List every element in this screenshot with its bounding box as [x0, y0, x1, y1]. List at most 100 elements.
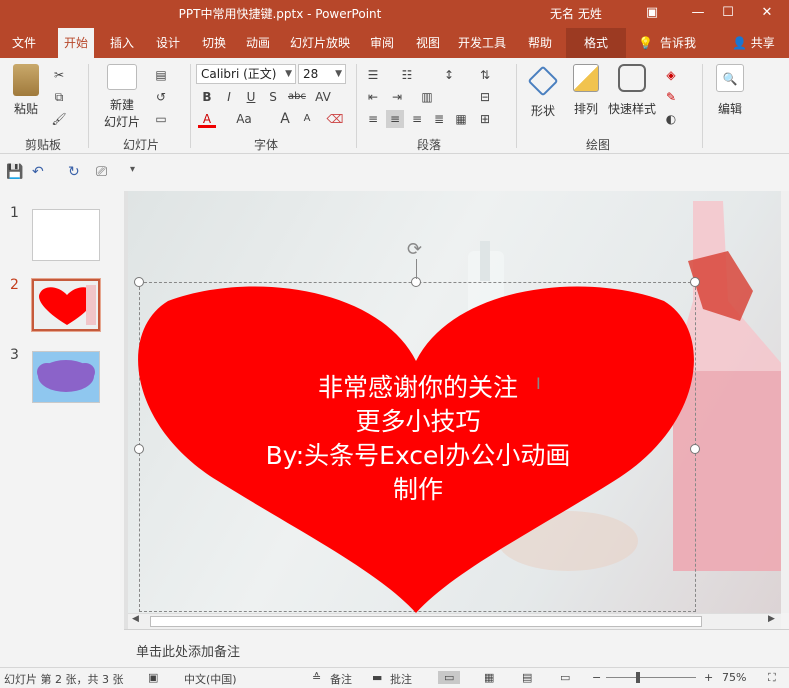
notes-pane[interactable]: 单击此处添加备注	[124, 629, 789, 667]
quick-styles-button[interactable]: 快速样式	[604, 64, 660, 117]
user-name[interactable]: 无名 无姓	[550, 5, 602, 22]
redo-icon[interactable]: ↻	[68, 164, 80, 180]
undo-icon[interactable]: ↶	[32, 164, 44, 180]
distributed-icon[interactable]: ▦	[452, 110, 470, 128]
line-spacing-icon[interactable]: ↕	[440, 66, 458, 84]
notes-toggle-icon[interactable]: ≙	[312, 671, 321, 684]
tab-design[interactable]: 设计	[150, 28, 186, 58]
numbering-icon[interactable]: ☷	[398, 66, 416, 84]
slide-text-box[interactable]: 非常感谢你的关注 更多小技巧 By:头条号Excel办公小动画 制作	[228, 371, 608, 507]
reading-view-icon[interactable]: ▤	[522, 671, 532, 684]
align-right-icon[interactable]: ≡	[408, 110, 426, 128]
customize-toolbar-icon[interactable]: ▾	[130, 164, 135, 175]
character-spacing-button[interactable]: AV	[312, 88, 334, 106]
font-color-button[interactable]: A	[198, 110, 216, 128]
tab-home[interactable]: 开始	[58, 28, 95, 58]
shape-fill-icon[interactable]: ◈	[662, 66, 680, 84]
normal-view-icon[interactable]: ▭	[438, 671, 461, 684]
tab-file[interactable]: 文件	[6, 28, 42, 58]
comments-icon[interactable]: ▬	[372, 671, 382, 684]
paste-button[interactable]: 粘贴	[8, 64, 44, 117]
increase-indent-icon[interactable]: ⇥	[388, 88, 406, 106]
new-slide-label-2: 幻灯片	[103, 115, 140, 129]
cut-icon[interactable]: ✂	[50, 66, 68, 84]
comments-label[interactable]: 批注	[390, 671, 412, 687]
shapes-button[interactable]: 形状	[522, 64, 564, 119]
reset-icon[interactable]: ↺	[152, 88, 170, 106]
tab-slideshow[interactable]: 幻灯片放映	[284, 28, 356, 58]
italic-button[interactable]: I	[220, 88, 238, 106]
horizontal-scrollbar[interactable]: ◀ ▶	[128, 613, 781, 629]
tab-developer[interactable]: 开发工具	[452, 28, 512, 58]
slide-thumbnail-1[interactable]	[32, 209, 100, 261]
notes-toggle-label[interactable]: 备注	[330, 671, 352, 687]
format-painter-icon[interactable]: 🖌	[50, 110, 68, 128]
font-size-combo[interactable]: 28 ▼	[298, 64, 346, 84]
zoom-level[interactable]: 75%	[722, 671, 746, 684]
new-slide-icon	[107, 64, 137, 90]
tab-format[interactable]: 格式	[566, 28, 626, 58]
language-indicator[interactable]: 中文(中国)	[184, 671, 237, 687]
grow-font-button[interactable]: A	[276, 110, 294, 128]
slide-text-line: 非常感谢你的关注	[317, 373, 518, 402]
shadow-button[interactable]: S	[264, 88, 282, 106]
zoom-slider[interactable]	[606, 677, 696, 678]
zoom-slider-thumb[interactable]	[636, 672, 640, 683]
layout-icon[interactable]: ▤	[152, 66, 170, 84]
slide-sorter-icon[interactable]: ▦	[484, 671, 494, 684]
justify-icon[interactable]: ≣	[430, 110, 448, 128]
shrink-font-button[interactable]: A	[298, 110, 316, 128]
columns-icon[interactable]: ▥	[418, 88, 436, 106]
clear-formatting-icon[interactable]: ⌫	[326, 110, 344, 128]
vertical-scrollbar[interactable]	[781, 191, 789, 613]
font-name-combo[interactable]: Calibri (正文) ▼	[196, 64, 296, 84]
underline-button[interactable]: U	[242, 88, 260, 106]
restore-button[interactable]: ☐	[713, 2, 743, 26]
close-button[interactable]: ✕	[752, 2, 782, 26]
zoom-out-icon[interactable]: −	[592, 671, 601, 684]
tab-review[interactable]: 审阅	[364, 28, 400, 58]
zoom-in-icon[interactable]: +	[704, 671, 713, 684]
shapes-label: 形状	[530, 104, 555, 118]
slide-count: 幻灯片 第 2 张，共 3 张	[4, 673, 124, 686]
scroll-left-icon[interactable]: ◀	[132, 614, 139, 624]
align-center-icon[interactable]: ≡	[386, 110, 404, 128]
change-case-button[interactable]: Aa	[232, 110, 256, 128]
editing-button[interactable]: 🔍 编辑	[710, 64, 750, 117]
bold-button[interactable]: B	[198, 88, 216, 106]
save-icon[interactable]: 💾	[6, 164, 23, 180]
scroll-right-icon[interactable]: ▶	[768, 614, 775, 624]
share-button[interactable]: 👤 共享	[726, 28, 781, 58]
present-from-start-icon[interactable]: ⎚	[96, 164, 107, 180]
spelling-icon[interactable]: ▣	[148, 671, 158, 684]
tab-view[interactable]: 视图	[410, 28, 446, 58]
scroll-thumb[interactable]	[150, 616, 702, 627]
tab-animations[interactable]: 动画	[240, 28, 276, 58]
strikethrough-button[interactable]: abc	[286, 88, 308, 106]
slideshow-view-icon[interactable]: ▭	[560, 671, 570, 684]
smartart-icon[interactable]: ⊞	[476, 110, 494, 128]
slide-thumbnail-2[interactable]	[31, 278, 101, 332]
shape-effects-icon[interactable]: ◐	[662, 110, 680, 128]
slide-canvas[interactable]: ⟳ 非常感谢你的关注 更多小技巧 By:头条号Excel办公小动画 制作 I	[128, 191, 781, 613]
align-left-icon[interactable]: ≡	[364, 110, 382, 128]
copy-icon[interactable]: ⧉	[50, 88, 68, 106]
fit-to-window-icon[interactable]: ⛶	[768, 671, 776, 685]
quick-access-toolbar: 💾 ↶ ↻ ⎚ ▾	[0, 155, 789, 191]
align-text-icon[interactable]: ⊟	[476, 88, 494, 106]
arrange-button[interactable]: 排列	[566, 64, 606, 117]
text-direction-icon[interactable]: ⇅	[476, 66, 494, 84]
tab-transitions[interactable]: 切换	[196, 28, 232, 58]
slide-thumbnail-3[interactable]	[32, 351, 100, 403]
tab-tell-me[interactable]: 告诉我	[654, 28, 702, 58]
decrease-indent-icon[interactable]: ⇤	[364, 88, 382, 106]
tab-help[interactable]: 帮助	[522, 28, 558, 58]
section-icon[interactable]: ▭	[152, 110, 170, 128]
new-slide-button[interactable]: 新建 幻灯片	[96, 64, 148, 130]
minimize-button[interactable]: —	[683, 2, 713, 26]
ribbon-display-options-icon[interactable]: ▣	[637, 2, 667, 26]
shape-outline-icon[interactable]: ✎	[662, 88, 680, 106]
bullets-icon[interactable]: ☰	[364, 66, 382, 84]
tab-insert[interactable]: 插入	[104, 28, 140, 58]
ribbon-tabs: 文件 开始 插入 设计 切换 动画 幻灯片放映 审阅 视图 开发工具 帮助 格式…	[0, 28, 789, 58]
